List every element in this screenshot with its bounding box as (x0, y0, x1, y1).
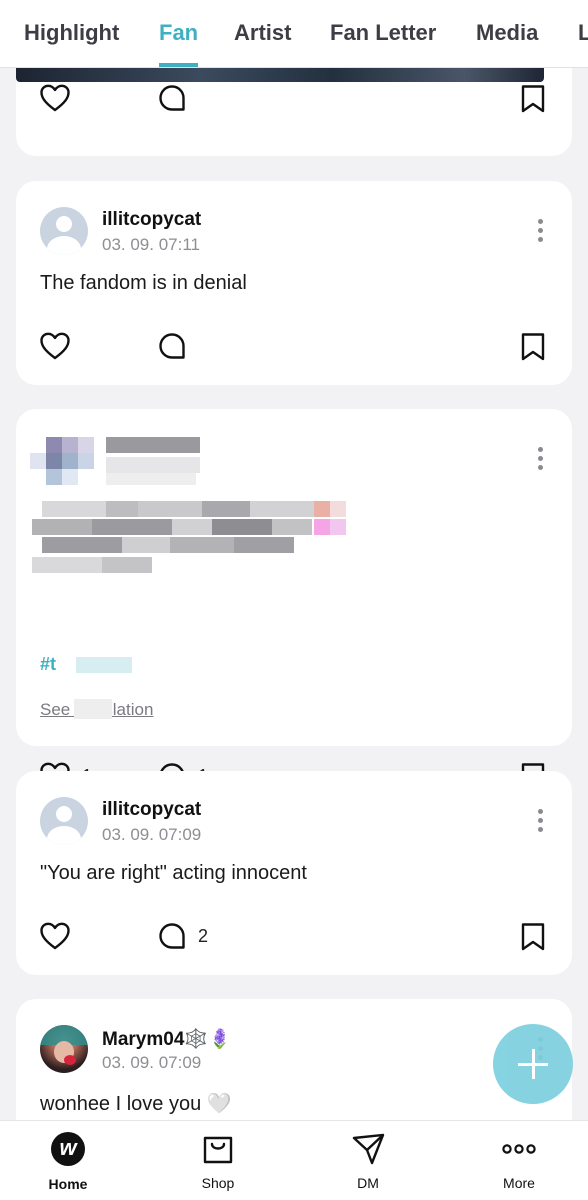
nav-dm[interactable]: DM (318, 1131, 418, 1191)
tab-fan[interactable]: Fan (159, 20, 198, 46)
bookmark-button[interactable] (520, 84, 546, 114)
post-card[interactable]: Marym04🕸️🪻 03. 09. 07:09 wonhee I love y… (16, 999, 572, 1120)
more-dots-icon (501, 1131, 537, 1167)
nav-more-label: More (503, 1175, 535, 1191)
post-hashtag[interactable]: #t (40, 654, 56, 675)
tab-highlight[interactable]: Highlight (24, 20, 119, 46)
new-post-button[interactable] (493, 1024, 573, 1104)
tab-artist[interactable]: Artist (234, 20, 291, 46)
bookmark-button[interactable] (520, 922, 546, 952)
nav-home-label: Home (48, 1176, 88, 1192)
kebab-icon[interactable] (536, 219, 544, 243)
comment-icon (159, 333, 185, 359)
like-button[interactable] (40, 84, 70, 112)
kebab-icon[interactable] (536, 447, 544, 471)
comment-icon (159, 85, 185, 111)
bottom-nav: w Home Shop DM More (0, 1120, 588, 1200)
fan-feed[interactable]: illitcopycat 03. 09. 07:11 The fandom is… (0, 68, 588, 1120)
nav-dm-label: DM (357, 1175, 379, 1191)
active-tab-indicator (159, 63, 198, 67)
nav-shop-label: Shop (201, 1175, 235, 1191)
bookmark-icon (521, 85, 545, 113)
tab-media[interactable]: Media (476, 20, 538, 46)
tab-bar: Highlight Fan Artist Fan Letter Media L (0, 0, 588, 68)
kebab-icon[interactable] (536, 809, 544, 833)
heart-icon (40, 332, 70, 360)
like-button[interactable] (40, 922, 70, 950)
comment-button[interactable] (158, 84, 186, 112)
comment-icon (159, 923, 185, 949)
home-icon: w (50, 1132, 86, 1168)
like-button[interactable] (40, 332, 70, 360)
nav-more[interactable]: More (469, 1131, 569, 1191)
post-card[interactable]: #t See translation 1 1 (16, 409, 572, 791)
comment-count: 2 (198, 925, 209, 946)
pixelated-hashtag (76, 653, 136, 677)
dm-send-icon (350, 1131, 386, 1167)
bookmark-icon (521, 333, 545, 361)
post-image[interactable] (16, 68, 544, 82)
nav-shop[interactable]: Shop (168, 1131, 268, 1191)
comment-button[interactable]: 2 (158, 922, 208, 950)
post-text[interactable]: "You are right" acting innocent (40, 862, 307, 885)
post-card[interactable]: illitcopycat 03. 09. 07:09 "You are righ… (16, 771, 572, 975)
post-timestamp: 03. 09. 07:09 (102, 1053, 202, 1072)
shop-bag-icon (200, 1131, 236, 1167)
bookmark-icon (521, 923, 545, 951)
post-username[interactable]: illitcopycat (102, 209, 201, 231)
heart-icon (40, 84, 70, 112)
avatar[interactable] (40, 797, 88, 845)
post-timestamp: 03. 09. 07:11 (102, 235, 200, 254)
comment-button[interactable] (158, 332, 186, 360)
post-text[interactable]: wonhee I love you 🤍 (40, 1091, 232, 1116)
post-username[interactable]: Marym04🕸️🪻 (102, 1027, 232, 1051)
pixelated-translation (74, 697, 114, 719)
avatar[interactable] (40, 1025, 88, 1073)
post-text[interactable]: The fandom is in denial (40, 272, 247, 295)
post-timestamp: 03. 09. 07:09 (102, 825, 202, 844)
post-card[interactable]: illitcopycat 03. 09. 07:11 The fandom is… (16, 181, 572, 385)
nav-home[interactable]: w Home (18, 1131, 118, 1192)
tab-next[interactable]: L (578, 20, 588, 46)
bookmark-button[interactable] (520, 332, 546, 362)
pixelated-avatar-and-name (30, 437, 200, 485)
pixelated-post-text (32, 493, 354, 585)
avatar[interactable] (40, 207, 88, 255)
post-card[interactable] (16, 68, 572, 156)
post-username[interactable]: illitcopycat (102, 799, 201, 821)
heart-icon (40, 922, 70, 950)
tab-fan-letter[interactable]: Fan Letter (330, 20, 436, 46)
